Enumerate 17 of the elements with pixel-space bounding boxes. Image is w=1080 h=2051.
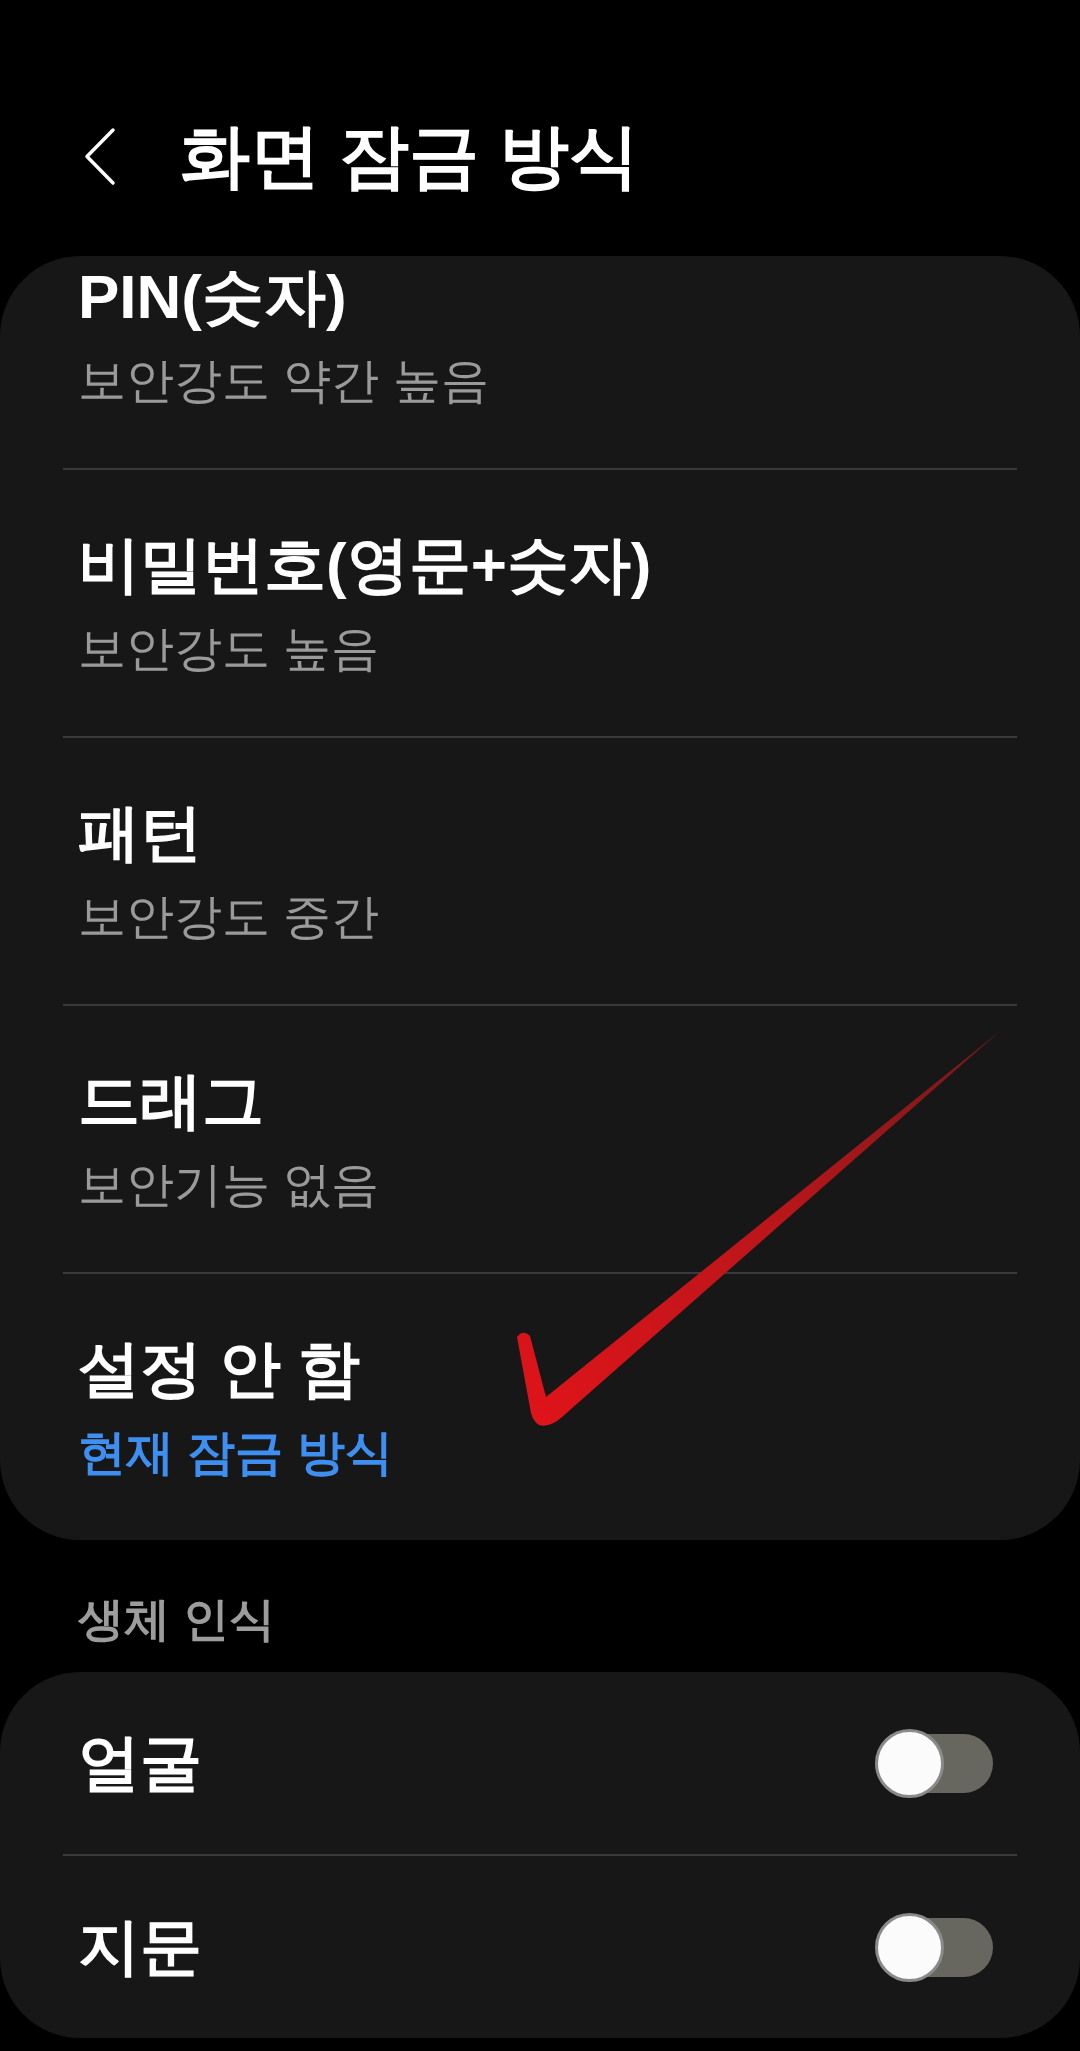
toggle-switch[interactable]	[875, 1912, 993, 1982]
option-subtitle: 현재 잠금 방식	[78, 1425, 393, 1481]
option-subtitle: 보안강도 높음	[78, 621, 380, 677]
section-heading: 생체 인식	[78, 1592, 275, 1647]
toggle-switch[interactable]	[875, 1728, 993, 1798]
page-title: 화면 잠금 방식	[180, 116, 639, 197]
option-title[interactable]: 패턴	[78, 795, 202, 871]
option-subtitle: 보안강도 중간	[78, 889, 380, 945]
setting-label: 얼굴	[78, 1727, 202, 1799]
option-title[interactable]: 설정 안 함	[78, 1331, 361, 1407]
setting-label: 지문	[78, 1911, 202, 1983]
option-subtitle: 보안기능 없음	[78, 1157, 380, 1213]
option-title[interactable]: 드래그	[78, 1063, 264, 1139]
back-icon[interactable]	[83, 126, 116, 186]
option-title[interactable]: 비밀번호(영문+숫자)	[78, 527, 652, 603]
option-title[interactable]: PIN(숫자)	[78, 259, 347, 335]
option-subtitle: 보안강도 약간 높음	[78, 353, 489, 409]
